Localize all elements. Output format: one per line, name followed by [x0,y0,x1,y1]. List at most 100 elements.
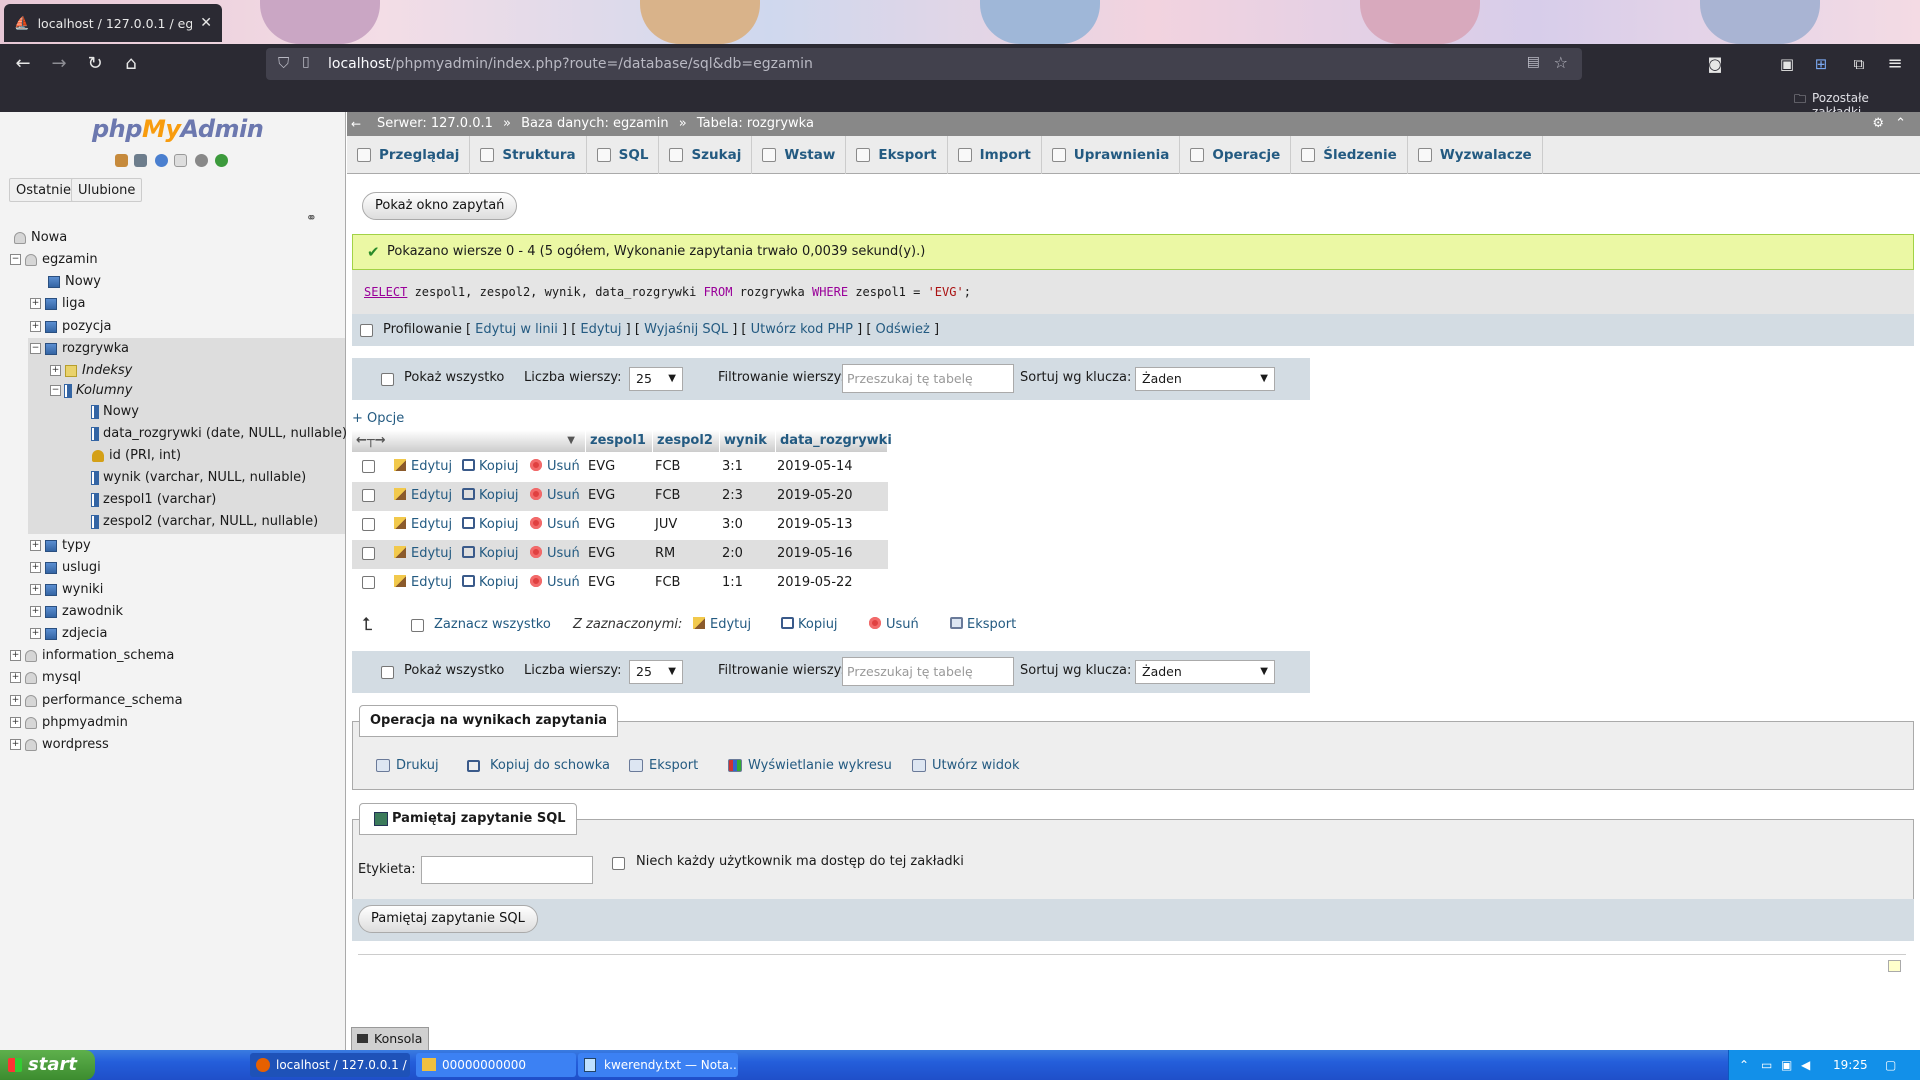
explain-sql-link[interactable]: Wyjaśnij SQL [644,322,728,337]
display-icon[interactable]: ▣ [1781,1050,1792,1080]
tab-operations[interactable]: Operacje [1180,136,1292,174]
row-checkbox[interactable] [362,489,375,502]
shield-icon[interactable]: ⛉ [278,54,289,72]
print-link[interactable]: Drukuj [376,758,439,773]
tree-db-information-schema[interactable]: + information_schema [10,646,174,666]
bookmark-label-input[interactable] [421,856,593,884]
edit-inline-link[interactable]: Edytuj w linii [475,322,558,337]
tree-db-phpmyadmin[interactable]: + phpmyadmin [10,713,128,733]
row-edit-link[interactable]: Edytuj [394,482,452,509]
row-edit-link[interactable]: Edytuj [394,569,452,596]
bookmark-shared-checkbox[interactable] [612,857,625,870]
cell-zespol1[interactable]: EVG [588,569,615,596]
row-edit-link[interactable]: Edytuj [394,511,452,538]
task-firefox[interactable]: localhost / 127.0.0.1 / ... [250,1053,410,1077]
row-checkbox[interactable] [362,576,375,589]
bulk-delete-button[interactable]: Usuń [869,617,919,632]
tree-db-performance-schema[interactable]: + performance_schema [10,691,183,711]
tree-db-mysql[interactable]: + mysql [10,668,81,688]
breadcrumb-database[interactable]: Baza danych: egzamin [521,116,668,131]
tree-table-uslugi[interactable]: + uslugi [30,558,101,578]
back-icon[interactable]: ← [12,53,34,75]
row-delete-link[interactable]: Usuń [530,569,580,596]
tree-table-zawodnik[interactable]: + zawodnik [30,602,123,622]
cell-zespol2[interactable]: FCB [655,453,680,480]
tree-db-wordpress[interactable]: + wordpress [10,735,109,755]
tab-triggers[interactable]: Wyzwalacze [1408,136,1543,174]
extensions-icon[interactable]: ⧉ [1848,53,1870,75]
tree-table-liga[interactable]: + liga [30,294,85,314]
export-link[interactable]: Eksport [629,758,698,773]
tree-db-egzamin[interactable]: − egzamin [10,250,98,270]
row-checkbox[interactable] [362,518,375,531]
options-link[interactable]: + Opcje [352,411,404,426]
tree-columns-new[interactable]: Nowy [91,402,139,422]
tab-tracking[interactable]: Śledzenie [1291,136,1408,174]
tab-search[interactable]: Szukaj [659,136,753,174]
collapse-icon[interactable]: ⌃ [1895,112,1906,136]
cell-data-rozgrywki[interactable]: 2019-05-13 [777,511,853,538]
collapse-nav-icon[interactable]: ← [351,112,361,136]
column-header-zespol2[interactable]: zespol2 [653,430,720,452]
tab-insert[interactable]: Wstaw [752,136,847,174]
edit-link[interactable]: Edytuj [580,322,621,337]
create-php-code-link[interactable]: Utwórz kod PHP [751,322,853,337]
tab-browse[interactable]: Przeglądaj [347,136,471,174]
cell-wynik[interactable]: 1:1 [722,569,743,596]
tree-egzamin-new[interactable]: Nowy [48,272,101,292]
browser-tab[interactable]: ⛵ localhost / 127.0.0.1 / egzamin ✕ [4,4,222,42]
show-all-checkbox[interactable] [381,373,394,386]
cell-zespol2[interactable]: FCB [655,569,680,596]
translate-icon[interactable]: ⊞ [1810,53,1832,75]
bulk-edit-button[interactable]: Edytuj [693,617,751,632]
home-icon[interactable] [115,154,128,167]
filter-input[interactable]: Przeszukaj tę tabelę [842,657,1014,686]
home-icon[interactable]: ⌂ [120,53,142,75]
breadcrumb-server[interactable]: Serwer: 127.0.0.1 [377,116,493,131]
column-resize-arrows[interactable]: ←┬→ ▼ [352,430,586,452]
rows-select[interactable]: 25 ▼ [629,367,683,391]
url-bar[interactable]: ⛉ ▯ localhost/phpmyadmin/index.php?route… [266,48,1582,80]
tree-column-zespol1[interactable]: zespol1 (varchar) [91,490,216,510]
tab-privileges[interactable]: Uprawnienia [1042,136,1181,174]
column-header-data-rozgrywki[interactable]: data_rozgrywki [776,430,892,452]
row-delete-link[interactable]: Usuń [530,540,580,567]
console-tab[interactable]: Konsola [351,1027,430,1050]
tree-columns[interactable]: − Kolumny [50,381,132,401]
filter-input[interactable]: Przeszukaj tę tabelę [842,364,1014,393]
sql-select[interactable]: SELECT [364,285,407,299]
cell-zespol1[interactable]: EVG [588,511,615,538]
start-button[interactable]: start [0,1050,95,1080]
tree-table-zdjecia[interactable]: + zdjecia [30,624,107,644]
tab-import[interactable]: Import [948,136,1042,174]
cell-zespol1[interactable]: EVG [588,482,615,509]
tab-favorites[interactable]: Ulubione [71,178,143,202]
copy-to-clipboard-link[interactable]: Kopiuj do schowka [467,758,610,773]
task-folder[interactable]: 00000000000 [416,1053,576,1077]
cell-wynik[interactable]: 3:0 [722,511,743,538]
profiling-checkbox[interactable] [360,324,373,337]
cell-zespol1[interactable]: EVG [588,453,615,480]
logout-icon[interactable] [134,154,147,167]
bulk-export-button[interactable]: Eksport [950,617,1016,632]
close-tab-icon[interactable]: ✕ [200,15,212,31]
bookmark-star-icon[interactable]: ☆ [1554,53,1568,72]
cell-wynik[interactable]: 2:0 [722,540,743,567]
breadcrumb-table[interactable]: Tabela: rozgrywka [697,116,814,131]
tree-column-data-rozgrywki[interactable]: data_rozgrywki (date, NULL, nullable) [91,424,347,444]
tree-table-rozgrywka[interactable]: − rozgrywka [30,339,129,359]
screenshot-icon[interactable]: ▣ [1776,53,1798,75]
column-header-zespol1[interactable]: zespol1 [586,430,653,452]
create-view-link[interactable]: Utwórz widok [912,758,1019,773]
cell-data-rozgrywki[interactable]: 2019-05-16 [777,540,853,567]
row-delete-link[interactable]: Usuń [530,482,580,509]
row-delete-link[interactable]: Usuń [530,511,580,538]
select-all-checkbox[interactable] [411,619,424,632]
link-icon[interactable]: ⚭ [306,211,317,226]
cell-data-rozgrywki[interactable]: 2019-05-14 [777,453,853,480]
network-icon[interactable]: ▭ [1761,1050,1772,1080]
cell-data-rozgrywki[interactable]: 2019-05-20 [777,482,853,509]
pocket-icon[interactable]: ◙ [1704,53,1726,75]
reload-icon[interactable]: ↻ [84,53,106,75]
row-copy-link[interactable]: Kopiuj [462,569,519,596]
